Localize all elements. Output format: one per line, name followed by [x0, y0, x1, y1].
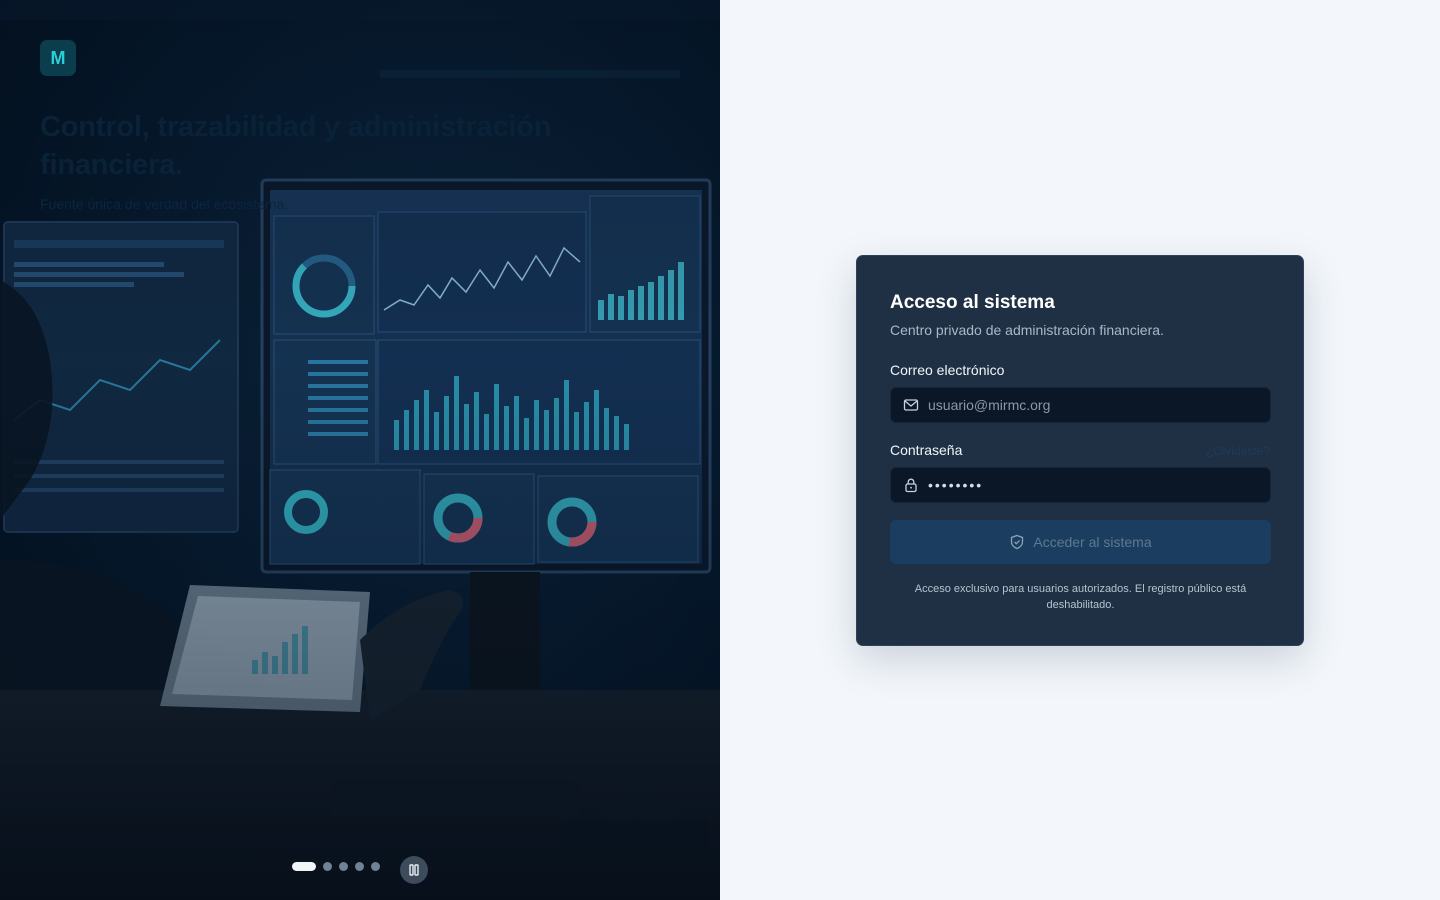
access-note: Acceso exclusivo para usuarios autorizad… [914, 583, 1247, 611]
password-field[interactable]: •••••••• [890, 467, 1271, 503]
email-label: Correo electrónico [890, 362, 1005, 378]
submit-button-label: Acceder al sistema [1033, 534, 1152, 550]
submit-button[interactable]: Acceder al sistema [890, 520, 1271, 564]
carousel-dot-2[interactable] [323, 862, 332, 871]
carousel-dot-5[interactable] [371, 862, 380, 871]
login-card: Acceso al sistema Centro privado de admi… [856, 255, 1304, 646]
carousel-pause-button[interactable] [400, 856, 428, 884]
forgot-password-link[interactable]: ¿Olvidaste? [1206, 444, 1270, 458]
login-subtitle: Centro privado de administración financi… [890, 322, 1164, 338]
carousel-dot-4[interactable] [355, 862, 364, 871]
lock-icon [903, 477, 919, 493]
password-label: Contraseña [890, 442, 963, 458]
brand-logo: M [40, 40, 76, 76]
email-field-wrapper [890, 387, 1271, 423]
carousel-dot-1[interactable] [292, 862, 316, 871]
hero-panel: M Control, trazabilidad y administración… [0, 0, 720, 900]
hero-title: Control, trazabilidad y administración f… [40, 111, 552, 181]
mail-icon [903, 397, 919, 413]
pause-icon [409, 864, 419, 876]
login-title: Acceso al sistema [890, 292, 1055, 313]
password-value: •••••••• [928, 477, 984, 493]
brand-logo-letter: M [50, 47, 66, 68]
email-input[interactable] [919, 388, 1270, 422]
carousel-dot-3[interactable] [339, 862, 348, 871]
hero-subtitle: Fuente única de verdad del ecosistema. [40, 196, 289, 212]
shield-icon [1011, 534, 1024, 550]
carousel-indicators [292, 862, 380, 871]
